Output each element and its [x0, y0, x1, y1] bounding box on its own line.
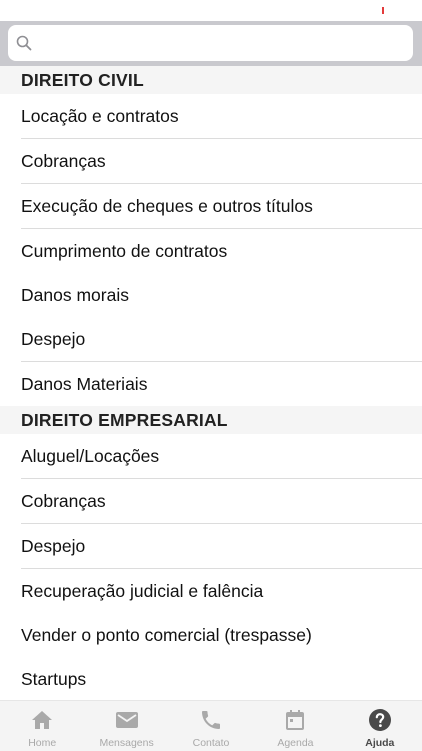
tab-label: Agenda — [277, 737, 314, 749]
tab-label: Ajuda — [365, 737, 395, 749]
list-item[interactable]: Despejo — [0, 524, 422, 569]
list-item[interactable]: Despejo — [0, 317, 422, 362]
list-item[interactable]: Startups — [0, 657, 422, 701]
list-item[interactable]: Cobranças — [0, 479, 422, 524]
tab-bar: Home Mensagens Contato Agenda Ajuda — [0, 700, 422, 751]
tab-agenda[interactable]: Agenda — [253, 701, 337, 751]
search-bar — [0, 21, 422, 66]
section-header-direito-civil: DIREITO CIVIL — [0, 66, 422, 94]
tab-ajuda[interactable]: Ajuda — [338, 701, 422, 751]
search-icon — [16, 35, 32, 51]
list-item[interactable]: Recuperação judicial e falência — [0, 569, 422, 613]
home-icon — [32, 711, 53, 729]
list-item[interactable]: Aluguel/Locações — [0, 434, 422, 479]
list-item[interactable]: Danos Materiais — [0, 362, 422, 406]
calendar-icon — [286, 710, 305, 730]
tab-home[interactable]: Home — [0, 701, 84, 751]
search-input[interactable] — [40, 25, 404, 63]
phone-icon — [202, 711, 221, 729]
list-item[interactable]: Danos morais — [0, 273, 422, 317]
topic-list: DIREITO CIVIL Locação e contratos Cobran… — [0, 66, 422, 701]
section-header-direito-empresarial: DIREITO EMPRESARIAL — [0, 406, 422, 434]
list-item[interactable]: Cumprimento de contratos — [0, 229, 422, 273]
tab-mensagens[interactable]: Mensagens — [84, 701, 168, 751]
help-icon — [368, 709, 391, 731]
tab-contato[interactable]: Contato — [169, 701, 253, 751]
tab-label: Home — [28, 737, 57, 749]
status-bar — [0, 0, 422, 21]
list-item[interactable]: Execução de cheques e outros títulos — [0, 184, 422, 229]
status-indicator — [382, 7, 384, 14]
search-box[interactable] — [8, 25, 413, 63]
list-item[interactable]: Cobranças — [0, 139, 422, 184]
list-item[interactable]: Vender o ponto comercial (trespasse) — [0, 613, 422, 657]
tab-label: Mensagens — [99, 737, 154, 749]
mail-icon — [115, 712, 138, 728]
tab-label: Contato — [192, 737, 230, 749]
list-item[interactable]: Locação e contratos — [0, 94, 422, 139]
